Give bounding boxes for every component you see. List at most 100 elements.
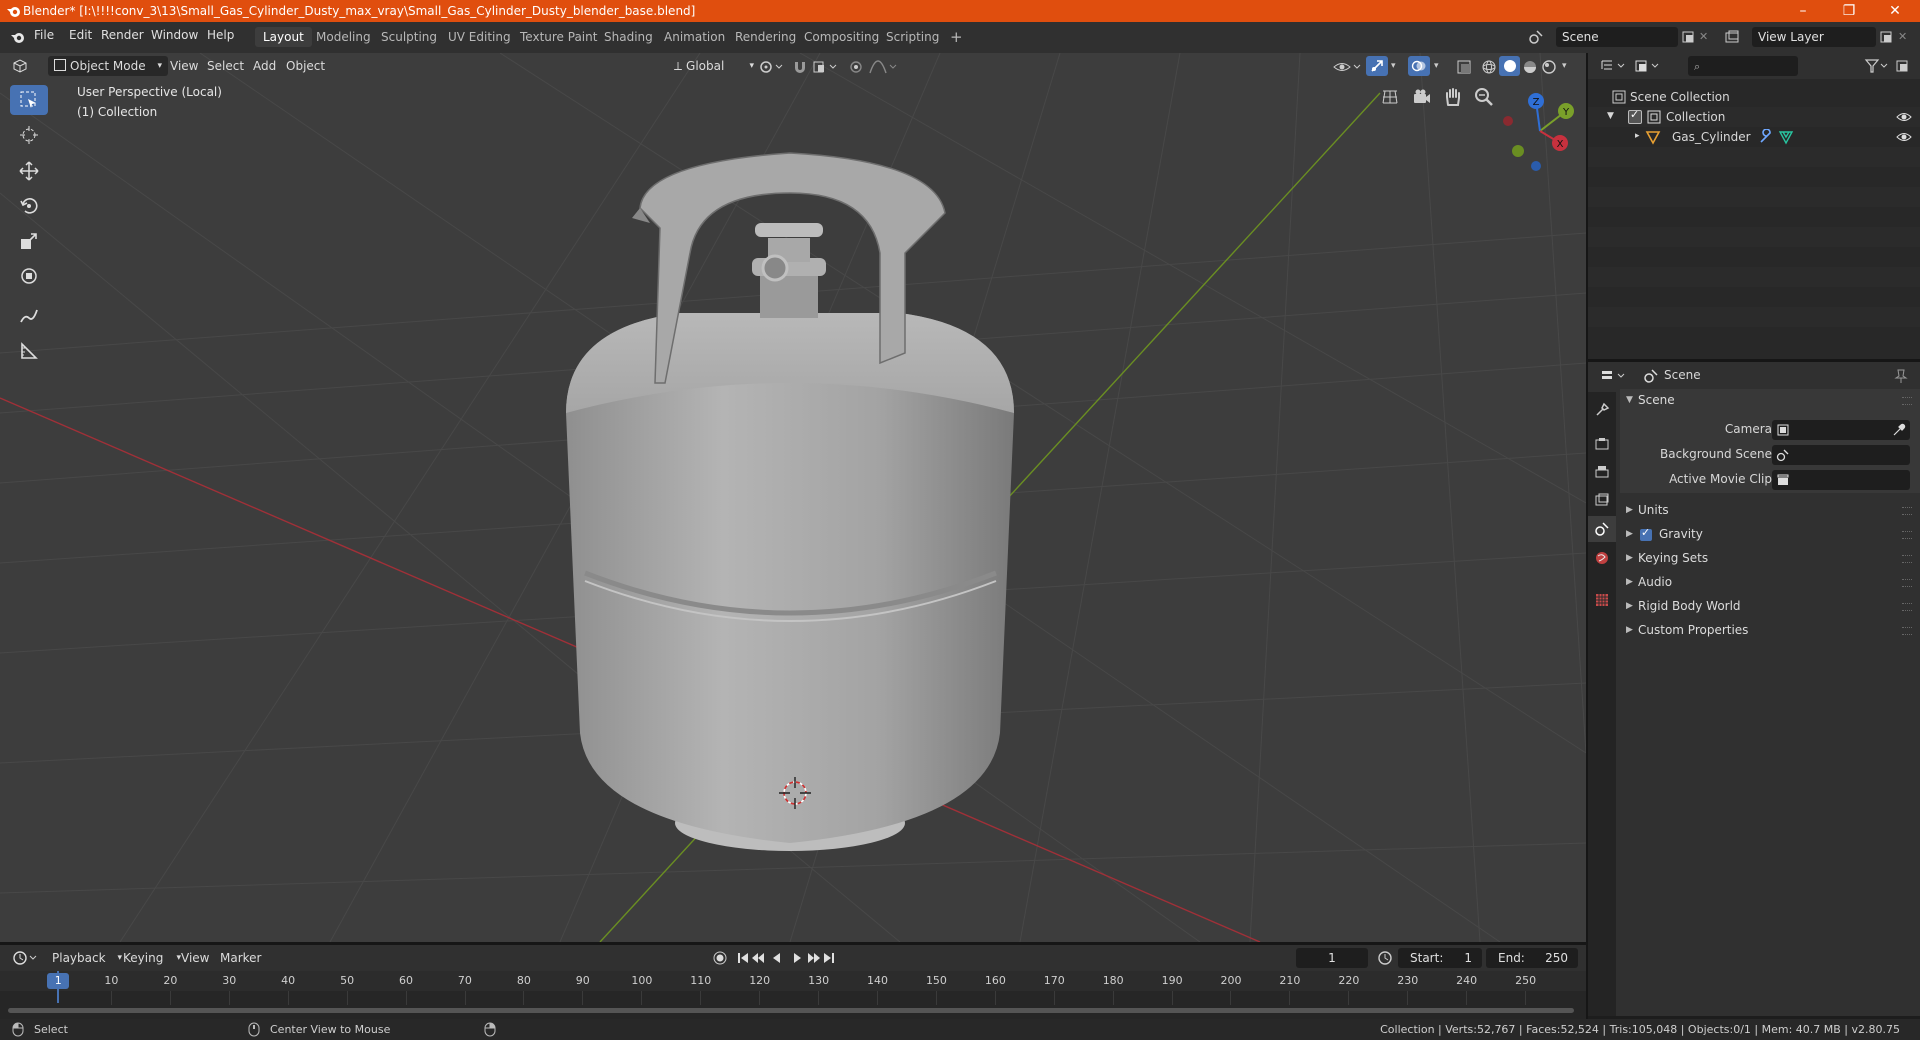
- output-tab-icon[interactable]: [1594, 464, 1610, 480]
- minimize-button[interactable]: –: [1780, 0, 1826, 22]
- keying-sets-panel-header[interactable]: ▶ Keying Sets: [1620, 547, 1920, 571]
- new-view-layer-icon[interactable]: [1878, 29, 1894, 45]
- menu-file[interactable]: File: [34, 28, 54, 42]
- modifier-wrench-icon[interactable]: [1758, 129, 1774, 145]
- rotate-tool[interactable]: [10, 191, 48, 221]
- tab-rendering[interactable]: Rendering: [727, 27, 804, 47]
- tab-scripting[interactable]: Scripting: [878, 27, 947, 47]
- outliner-row-collection[interactable]: ▼ ✓ Collection: [1588, 107, 1920, 127]
- chevron-down-icon[interactable]: ▾: [1391, 61, 1396, 71]
- view-layer-icon[interactable]: [1724, 29, 1740, 45]
- outliner-row-gas-cylinder[interactable]: ▸ Gas_Cylinder: [1588, 127, 1920, 147]
- record-keyframe-icon[interactable]: [712, 950, 728, 966]
- timeline-menu-marker[interactable]: Marker: [214, 948, 267, 968]
- falloff-curve-icon[interactable]: [868, 59, 898, 75]
- wireframe-shading-icon[interactable]: [1481, 59, 1497, 75]
- gravity-checkbox[interactable]: ✓: [1640, 526, 1652, 541]
- tab-compositing[interactable]: Compositing: [796, 27, 887, 47]
- new-collection-icon[interactable]: [1894, 58, 1910, 74]
- toggle-grid-icon[interactable]: [1380, 87, 1400, 107]
- timeline-menu-view[interactable]: View: [175, 948, 215, 968]
- snap-magnet-icon[interactable]: [792, 59, 808, 75]
- active-movie-clip-field[interactable]: [1772, 470, 1910, 490]
- render-tab-icon[interactable]: [1594, 436, 1610, 452]
- xray-toggle-icon[interactable]: [1456, 59, 1472, 75]
- drag-grip-icon[interactable]: [1902, 397, 1912, 405]
- transform-orientation-selector[interactable]: ⟂ Global ▾: [668, 56, 758, 76]
- visibility-selectability-icon[interactable]: [1332, 59, 1362, 75]
- camera-field[interactable]: [1772, 420, 1910, 440]
- tab-modeling[interactable]: Modeling: [308, 27, 379, 47]
- menu-window[interactable]: Window: [151, 28, 198, 42]
- tab-sculpting[interactable]: Sculpting: [373, 27, 445, 47]
- material-preview-icon[interactable]: [1522, 59, 1538, 75]
- drag-grip-icon[interactable]: [1902, 531, 1912, 539]
- current-frame-field[interactable]: 1: [1296, 948, 1368, 968]
- scene-tab[interactable]: [1588, 516, 1616, 542]
- eye-icon[interactable]: [1896, 130, 1912, 144]
- chevron-down-icon[interactable]: ▾: [1562, 61, 1567, 71]
- add-workspace-button[interactable]: +: [942, 27, 971, 47]
- display-mode-icon[interactable]: [1634, 58, 1660, 74]
- editor-type-timeline-icon[interactable]: [12, 950, 38, 966]
- expand-arrow-icon[interactable]: ▼: [1607, 111, 1614, 121]
- 3d-viewport[interactable]: User Perspective (Local) (1) Collection …: [0, 53, 1586, 942]
- scale-tool[interactable]: [10, 226, 48, 256]
- gizmo-toggle-button[interactable]: [1366, 56, 1388, 76]
- end-frame-field[interactable]: End: 250: [1486, 948, 1578, 968]
- tab-animation[interactable]: Animation: [656, 27, 733, 47]
- rendered-shading-icon[interactable]: [1541, 59, 1557, 75]
- viewport-menu-add[interactable]: Add: [247, 56, 282, 76]
- menu-help[interactable]: Help: [207, 28, 234, 42]
- mode-selector[interactable]: Object Mode ▾: [48, 56, 168, 76]
- overlays-toggle-button[interactable]: [1408, 56, 1430, 76]
- pin-icon[interactable]: [1894, 368, 1908, 384]
- start-frame-field[interactable]: Start: 1: [1398, 948, 1482, 968]
- remove-scene-icon[interactable]: ✕: [1699, 30, 1708, 43]
- gizmo-neg-y[interactable]: [1512, 145, 1524, 157]
- gravity-panel-header[interactable]: ▶ ✓ Gravity: [1620, 523, 1920, 547]
- tab-layout[interactable]: Layout: [255, 27, 312, 47]
- collection-exclude-checkbox[interactable]: ✓: [1628, 108, 1642, 124]
- viewport-menu-select[interactable]: Select: [201, 56, 250, 76]
- drag-grip-icon[interactable]: [1902, 627, 1912, 635]
- drag-grip-icon[interactable]: [1902, 603, 1912, 611]
- outliner-search-input[interactable]: ⌕: [1688, 56, 1798, 76]
- eye-icon[interactable]: [1896, 110, 1912, 124]
- editor-type-3d-icon[interactable]: [12, 58, 28, 74]
- zoom-view-icon[interactable]: [1474, 87, 1494, 107]
- scene-name-field[interactable]: Scene: [1556, 27, 1678, 47]
- use-preview-range-icon[interactable]: [1377, 950, 1393, 966]
- units-panel-header[interactable]: ▶ Units: [1620, 499, 1920, 523]
- tool-tab-icon[interactable]: [1594, 402, 1610, 418]
- remove-view-layer-icon[interactable]: ✕: [1898, 30, 1907, 43]
- transform-tool[interactable]: [10, 261, 48, 291]
- scene-panel-header[interactable]: ▼ Scene: [1620, 389, 1920, 413]
- select-box-tool[interactable]: [10, 85, 48, 115]
- editor-type-outliner-icon[interactable]: [1600, 58, 1626, 74]
- viewport-menu-view[interactable]: View: [164, 56, 204, 76]
- camera-view-icon[interactable]: [1412, 87, 1432, 107]
- custom-properties-panel-header[interactable]: ▶ Custom Properties: [1620, 619, 1920, 643]
- blender-menu-icon[interactable]: [10, 29, 26, 45]
- new-scene-icon[interactable]: [1680, 29, 1696, 45]
- viewport-menu-object[interactable]: Object: [280, 56, 331, 76]
- close-button[interactable]: ✕: [1872, 0, 1918, 22]
- navigation-gizmo[interactable]: Y Z X: [1500, 83, 1580, 173]
- move-tool[interactable]: [10, 156, 48, 186]
- tab-texture-paint[interactable]: Texture Paint: [512, 27, 605, 47]
- menu-edit[interactable]: Edit: [69, 28, 92, 42]
- chevron-down-icon[interactable]: ▾: [1434, 61, 1439, 71]
- gas-cylinder-model[interactable]: [566, 152, 1014, 851]
- pan-view-hand-icon[interactable]: [1443, 87, 1463, 107]
- cursor-tool[interactable]: [10, 120, 48, 150]
- audio-panel-header[interactable]: ▶ Audio: [1620, 571, 1920, 595]
- scene-selector-icon[interactable]: [1528, 29, 1544, 45]
- maximize-button[interactable]: ❐: [1826, 0, 1872, 22]
- background-scene-field[interactable]: [1772, 445, 1910, 465]
- playback-controls[interactable]: [736, 950, 836, 966]
- frame-ruler[interactable]: 1 10 20 30 40 50 60 70 80 90 100 110 120 130 140 150 160…: [0, 971, 1586, 1005]
- drag-grip-icon[interactable]: [1902, 507, 1912, 515]
- rigid-body-world-panel-header[interactable]: ▶ Rigid Body World: [1620, 595, 1920, 619]
- eyedropper-icon[interactable]: [1892, 423, 1906, 437]
